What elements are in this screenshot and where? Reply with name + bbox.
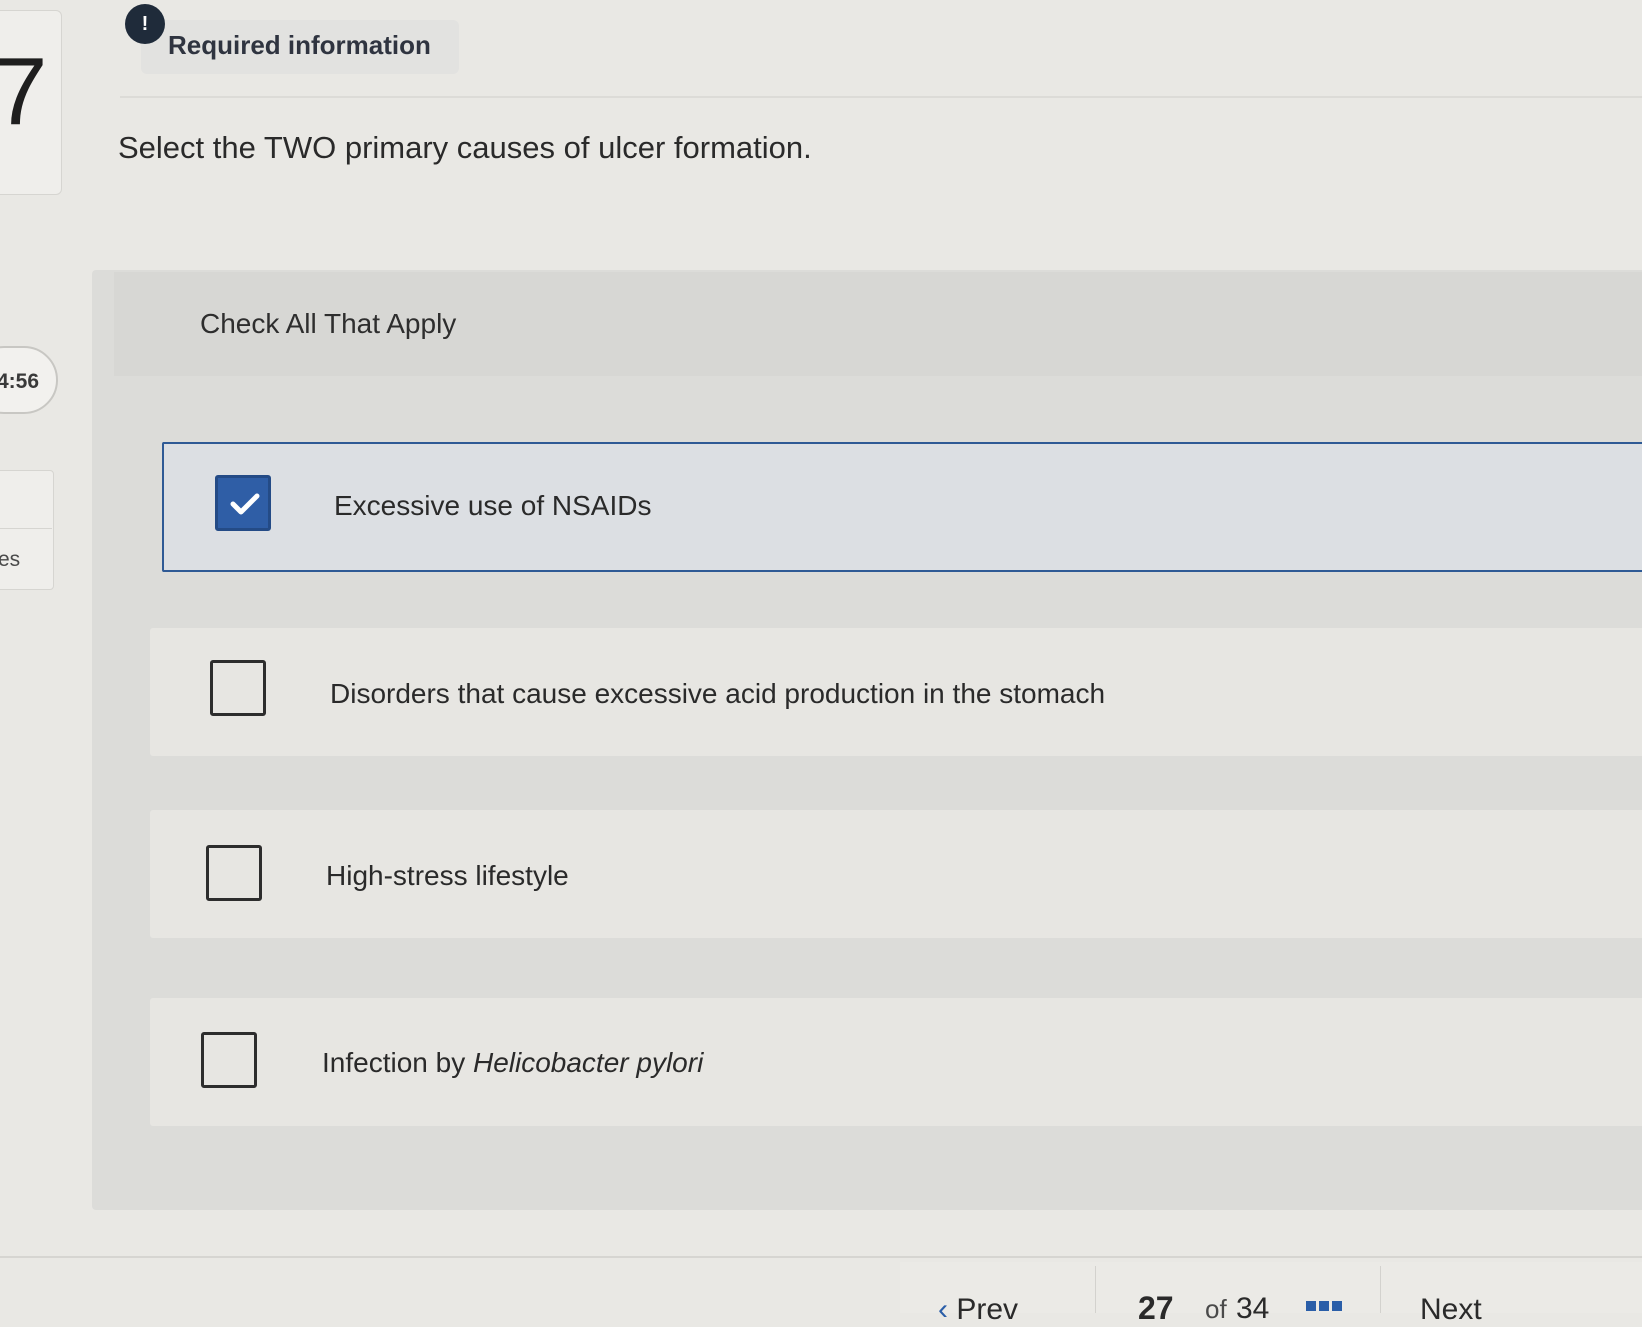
option-label-prefix: Infection by	[322, 1047, 473, 1078]
alert-icon: !	[125, 4, 165, 44]
checkbox-acid-disorders[interactable]	[210, 660, 266, 716]
checkbox-stress[interactable]	[206, 845, 262, 901]
header-divider	[120, 96, 1642, 98]
total-pages: 34	[1236, 1292, 1270, 1325]
question-number: 7	[0, 38, 48, 145]
prev-label: Prev	[956, 1293, 1019, 1326]
sidebar-panel-divider	[0, 528, 52, 529]
sidebar-panel[interactable]	[0, 470, 54, 590]
chevron-left-icon: ‹	[938, 1293, 957, 1326]
sidebar-panel-label: es	[0, 548, 21, 571]
prev-button[interactable]: ‹ Prev	[938, 1293, 1018, 1327]
grid-icon[interactable]	[1306, 1298, 1346, 1311]
option-label-italic: Helicobacter pylori	[472, 1047, 704, 1078]
checkmark-icon	[230, 493, 260, 515]
page-of-label: of	[1205, 1294, 1227, 1324]
option-label-acid-disorders: Disorders that cause excessive acid prod…	[330, 678, 1106, 709]
checkbox-h-pylori[interactable]	[201, 1032, 257, 1088]
check-all-instruction: Check All That Apply	[200, 308, 457, 339]
current-page: 27	[1138, 1290, 1174, 1326]
option-label-h-pylori: Infection by Helicobacter pylori	[322, 1047, 703, 1079]
timer-readout: 4:56	[0, 370, 40, 393]
question-prompt: Select the TWO primary causes of ulcer f…	[118, 130, 812, 165]
option-label-nsaids: Excessive use of NSAIDs	[334, 490, 652, 521]
footer-divider	[0, 1256, 1642, 1258]
footer-divider-2	[1380, 1266, 1381, 1313]
next-button[interactable]: Next	[1420, 1293, 1482, 1327]
option-label-stress: High-stress lifestyle	[326, 860, 569, 891]
required-information-label: Required information	[168, 30, 431, 60]
checkbox-nsaids[interactable]	[215, 475, 271, 531]
footer-divider-1	[1095, 1266, 1096, 1313]
